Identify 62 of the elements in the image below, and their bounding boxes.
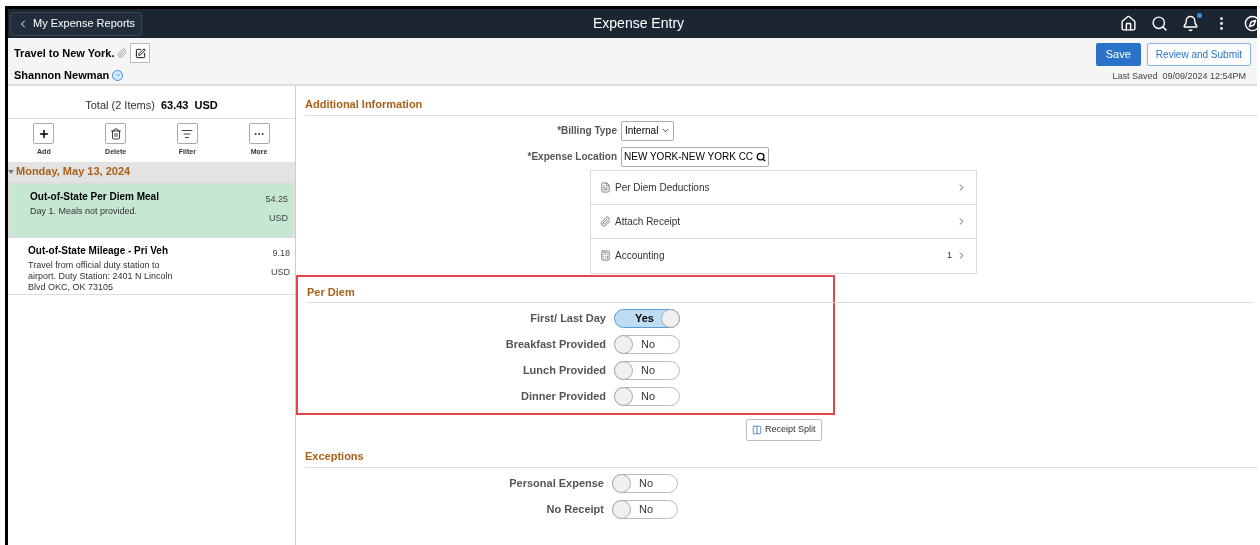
field-label: *Expense Location <box>526 150 618 164</box>
field-label: *Billing Type <box>556 124 618 138</box>
toggle-switch[interactable]: No <box>614 361 680 380</box>
save-button[interactable]: Save <box>1095 43 1141 66</box>
toggle-switch[interactable]: No <box>612 499 678 519</box>
toggle-switch[interactable]: Yes <box>614 309 680 328</box>
expense-title: Out-of-State Mileage - Pri Veh <box>28 243 170 258</box>
toolbar-button[interactable] <box>176 123 198 144</box>
edit-button[interactable] <box>130 43 151 63</box>
field-label: First/ Last Day <box>529 311 607 327</box>
section-heading: Additional Information <box>305 96 1257 116</box>
expense-amount: 54.25 <box>265 192 288 206</box>
notification-icon[interactable] <box>1182 15 1199 32</box>
location-field[interactable]: NEW YORK-NEW YORK CC <box>621 146 769 167</box>
link-row[interactable]: Per Diem Deductions <box>591 170 976 205</box>
section-heading: Per Diem <box>307 283 1253 303</box>
back-button[interactable]: My Expense Reports <box>10 11 143 36</box>
field-label: Dinner Provided <box>520 389 607 405</box>
expense-item[interactable]: Out-of-State Per Diem Meal Day 1. Meals not provided. 54.25 USD <box>8 181 295 238</box>
section-heading: Exceptions <box>305 448 1257 468</box>
search-icon[interactable] <box>1151 15 1168 32</box>
submit-button[interactable]: Review and Submit <box>1146 43 1251 66</box>
split-icon <box>752 425 762 435</box>
link-row[interactable]: Accounting 1 <box>591 238 976 273</box>
toggle-switch[interactable]: No <box>612 473 678 493</box>
total-label: Total (2 Items) <box>85 97 155 113</box>
caret-icon <box>8 168 14 175</box>
dropdown-icon[interactable] <box>112 69 124 81</box>
report-name: Travel to New York. <box>14 45 115 61</box>
date-group-header[interactable]: Monday, May 13, 2024 <box>8 161 295 182</box>
chevron-icon <box>956 250 967 261</box>
expense-currency: USD <box>271 266 290 279</box>
toolbar-button[interactable] <box>33 123 55 144</box>
expense-title: Out-of-State Per Diem Meal <box>30 189 160 204</box>
field-label: Lunch Provided <box>521 363 607 379</box>
search-icon <box>756 151 766 162</box>
filter-icon <box>181 127 194 140</box>
edit-icon <box>134 47 146 59</box>
billing-type-select[interactable]: Internal <box>621 120 675 141</box>
expense-currency: USD <box>269 212 288 225</box>
delete-icon <box>109 127 122 140</box>
field-label: Breakfast Provided <box>504 337 607 353</box>
compass-icon[interactable] <box>1244 15 1257 32</box>
owner-name: Shannon Newman <box>14 68 110 83</box>
field-label: Personal Expense <box>508 475 605 491</box>
add-icon <box>37 127 50 140</box>
caret-icon <box>661 126 671 135</box>
expense-amount: 9.18 <box>272 246 290 260</box>
link-row[interactable]: Attach Receipt <box>591 204 976 239</box>
toggle-switch[interactable]: No <box>614 387 680 406</box>
page-title: Expense Entry <box>593 14 685 33</box>
home-icon[interactable] <box>1120 15 1137 32</box>
link-count: 1 <box>947 248 952 262</box>
toolbar-button[interactable] <box>105 123 127 144</box>
expense-description: Day 1. Meals not provided. <box>30 205 139 217</box>
field-label: No Receipt <box>545 501 605 517</box>
total-amount: 63.43 USD <box>160 97 218 113</box>
toggle-switch[interactable]: No <box>614 335 680 354</box>
last-saved-text: Last Saved 09/09/2024 12:54PM <box>1112 70 1247 83</box>
expense-description: Travel from official duty station to airport. Duty Station: 2401 N Lincoln Blvd OKC, OK 73105 <box>28 259 174 293</box>
receipt-split-button[interactable]: Receipt Split <box>746 419 822 441</box>
attachment-icon <box>117 48 128 58</box>
